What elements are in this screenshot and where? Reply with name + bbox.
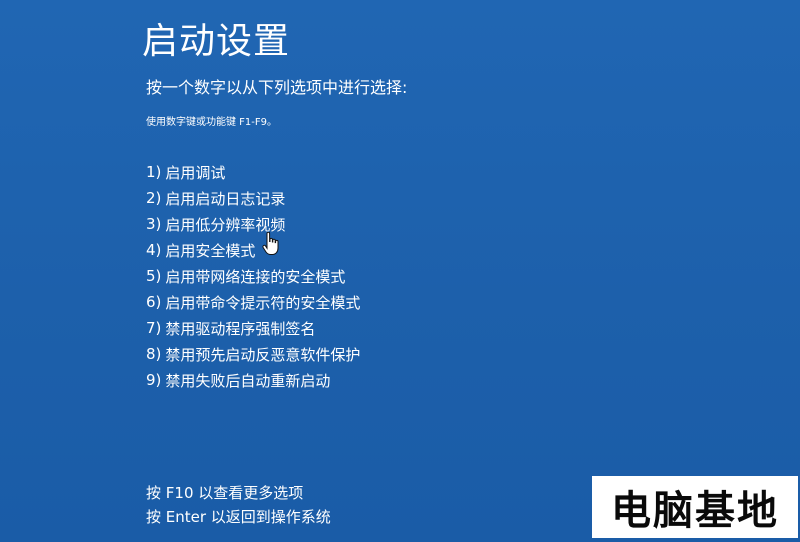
option-label: 启用安全模式 xyxy=(165,241,256,260)
option-enable-boot-logging[interactable]: 2) 启用启动日志记录 xyxy=(146,185,360,211)
option-disable-early-launch-antimalware[interactable]: 8) 禁用预先启动反恶意软件保护 xyxy=(146,341,360,367)
option-enable-safe-mode-command-prompt[interactable]: 6) 启用带命令提示符的安全模式 xyxy=(146,289,360,315)
option-enable-safe-mode-networking[interactable]: 5) 启用带网络连接的安全模式 xyxy=(146,263,360,289)
watermark-text: 电脑基地 xyxy=(611,488,779,534)
option-number: 9) xyxy=(146,371,162,389)
option-number: 4) xyxy=(146,241,162,259)
option-number: 6) xyxy=(146,293,162,311)
instruction-text: 按一个数字以从下列选项中进行选择: xyxy=(146,78,408,97)
hand-pointer-icon xyxy=(262,231,280,256)
boot-settings-screen: 启动设置 按一个数字以从下列选项中进行选择: 使用数字键或功能键 F1-F9。 … xyxy=(0,0,800,542)
option-label: 禁用预先启动反恶意软件保护 xyxy=(165,345,361,364)
option-number: 8) xyxy=(146,345,162,363)
option-number: 1) xyxy=(146,163,162,181)
option-number: 3) xyxy=(146,215,162,233)
startup-options-list: 1) 启用调试 2) 启用启动日志记录 3) 启用低分辨率视频 4) 启用安全模… xyxy=(146,159,360,393)
option-disable-driver-signature-enforcement[interactable]: 7) 禁用驱动程序强制签名 xyxy=(146,315,360,341)
option-label: 禁用失败后自动重新启动 xyxy=(165,371,331,390)
option-label: 禁用驱动程序强制签名 xyxy=(165,319,316,338)
option-enable-debugging[interactable]: 1) 启用调试 xyxy=(146,159,360,185)
option-enable-safe-mode[interactable]: 4) 启用安全模式 xyxy=(146,237,360,263)
option-label: 启用带命令提示符的安全模式 xyxy=(165,293,361,312)
more-options-hint[interactable]: 按 F10 以查看更多选项 xyxy=(146,482,331,506)
option-label: 启用启动日志记录 xyxy=(165,189,286,208)
option-disable-auto-restart-on-failure[interactable]: 9) 禁用失败后自动重新启动 xyxy=(146,367,360,393)
return-to-os-hint[interactable]: 按 Enter 以返回到操作系统 xyxy=(146,506,331,530)
option-label: 启用调试 xyxy=(165,163,226,182)
option-number: 2) xyxy=(146,189,162,207)
key-hint-text: 使用数字键或功能键 F1-F9。 xyxy=(146,117,278,128)
option-label: 启用带网络连接的安全模式 xyxy=(165,267,346,286)
option-number: 7) xyxy=(146,319,162,337)
option-enable-low-resolution-video[interactable]: 3) 启用低分辨率视频 xyxy=(146,211,360,237)
page-title: 启动设置 xyxy=(142,21,291,62)
option-number: 5) xyxy=(146,267,162,285)
watermark-logo: 电脑基地 xyxy=(592,476,798,538)
footer-instructions: 按 F10 以查看更多选项 按 Enter 以返回到操作系统 xyxy=(146,482,331,530)
